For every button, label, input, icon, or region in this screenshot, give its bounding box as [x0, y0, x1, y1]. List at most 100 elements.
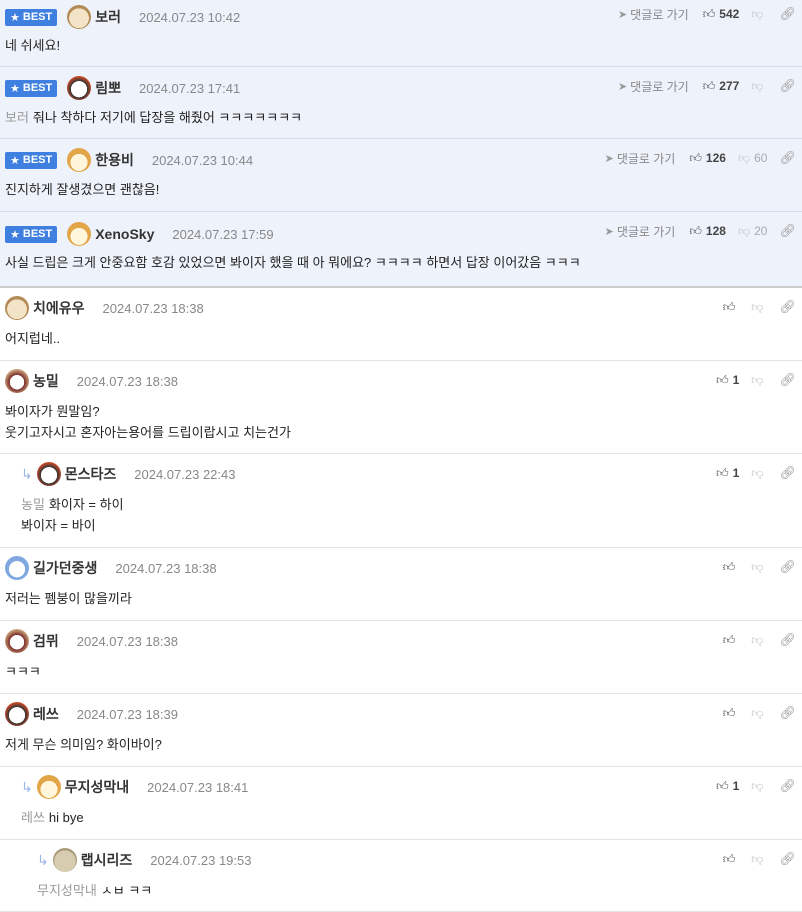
link-icon[interactable]: 🔗︎ [779, 778, 796, 794]
avatar[interactable] [5, 702, 29, 726]
go-to-comment-link[interactable]: ➤ 댓글로 가기 [605, 223, 676, 240]
thumbs-down-icon[interactable]: 👎︎ [751, 373, 763, 388]
nickname[interactable]: 길가던중생 [33, 558, 97, 578]
thumbs-down-icon[interactable]: 👎︎ [751, 466, 763, 481]
comment: 검뮈 2024.07.23 18:38 👍︎ 👎︎ 🔗︎ ㅋㅋㅋ [0, 621, 802, 694]
thumbs-down-icon[interactable]: 👎︎ [751, 633, 763, 648]
thumbs-up-icon[interactable]: 👍︎ [703, 79, 716, 94]
timestamp: 2024.07.23 22:43 [134, 466, 236, 482]
go-to-comment-link[interactable]: ➤ 댓글로 가기 [605, 150, 676, 167]
nickname[interactable]: 검뮈 [33, 631, 59, 651]
avatar[interactable] [67, 148, 92, 172]
upvote-count: 1 [732, 373, 740, 387]
timestamp: 2024.07.23 19:53 [150, 852, 252, 868]
thumbs-up-icon[interactable]: 👍︎ [703, 7, 716, 22]
best-badge: ★ BEST [5, 151, 58, 169]
send-icon: ➤ [617, 80, 628, 93]
link-icon[interactable]: 🔗︎ [779, 150, 796, 166]
best-comment: ★ BEST 한용비 2024.07.23 10:44 ➤ 댓글로 가기 👍︎ 126… [0, 139, 802, 212]
thumbs-up-icon[interactable]: 👍︎ [723, 852, 736, 867]
comment-text: 무지성막내 ㅅㅂ ㅋㅋ [37, 883, 153, 898]
star-icon: ★ [10, 154, 20, 167]
avatar[interactable] [36, 462, 61, 486]
link-icon[interactable]: 🔗︎ [779, 6, 796, 22]
comment-text: ㅋㅋㅋ [5, 664, 41, 679]
avatar[interactable] [5, 369, 29, 393]
upvote-count: 1 [732, 466, 740, 480]
thumbs-up-icon[interactable]: 👍︎ [723, 560, 736, 575]
nickname[interactable]: 몬스타즈 [65, 464, 117, 484]
comment-text: 봐이자가 뭔말임? 웃기고자시고 혼자아는용어를 드립이랍시고 치는건가 [5, 401, 291, 443]
comment-line: 봐이자 = 바이 [21, 518, 96, 533]
thumbs-up-icon[interactable]: 👍︎ [716, 373, 729, 388]
downvote-count: 20 [754, 224, 768, 238]
nickname[interactable]: 한용비 [95, 150, 134, 170]
reply-comment: ↳ 무지성막내 2024.07.23 18:41 👍︎ 1 👎︎ 🔗︎ 레쓰 hi … [0, 767, 802, 840]
best-badge: ★ BEST [5, 79, 58, 97]
avatar[interactable] [5, 556, 29, 580]
thumbs-down-icon[interactable]: 👎︎ [751, 706, 763, 721]
avatar[interactable] [5, 296, 29, 320]
comment-text: 사실 드립은 크게 안중요함 호감 있었으면 봐이자 했을 때 아 뭐에요? ㅋ… [5, 255, 581, 270]
thumbs-down-icon[interactable]: 👎︎ [751, 852, 763, 867]
avatar[interactable] [67, 76, 92, 100]
go-to-comment-link[interactable]: ➤ 댓글로 가기 [618, 6, 689, 23]
comment-line: 웃기고자시고 혼자아는용어를 드립이랍시고 치는건가 [5, 425, 291, 440]
timestamp: 2024.07.23 17:59 [172, 226, 274, 242]
best-badge: ★ BEST [5, 225, 58, 243]
avatar[interactable] [67, 222, 92, 246]
send-icon: ➤ [604, 152, 614, 165]
thumbs-up-icon[interactable]: 👍︎ [723, 633, 736, 648]
comment-text: 레쓰 hi bye [21, 810, 84, 825]
avatar[interactable] [52, 848, 77, 872]
comment: 길가던중생 2024.07.23 18:38 👍︎ 👎︎ 🔗︎ 저러는 펨붕이 … [0, 548, 802, 621]
nickname[interactable]: 무지성막내 [65, 777, 129, 797]
thumbs-down-icon[interactable]: 👎︎ [738, 224, 750, 239]
send-icon: ➤ [617, 8, 628, 21]
thumbs-down-icon[interactable]: 👎︎ [751, 779, 763, 794]
comment-line: 봐이자가 뭔말임? [5, 404, 100, 419]
link-icon[interactable]: 🔗︎ [779, 372, 796, 388]
thumbs-down-icon[interactable]: 👎︎ [751, 560, 763, 575]
nickname[interactable]: 레쓰 [33, 704, 59, 724]
link-icon[interactable]: 🔗︎ [779, 223, 796, 239]
link-icon[interactable]: 🔗︎ [779, 705, 796, 721]
mention[interactable]: 레쓰 [21, 810, 45, 825]
thumbs-up-icon[interactable]: 👍︎ [723, 300, 736, 315]
thumbs-up-icon[interactable]: 👍︎ [716, 779, 729, 794]
thumbs-down-icon[interactable]: 👎︎ [751, 79, 763, 94]
nickname[interactable]: XenoSky [95, 226, 154, 242]
avatar[interactable] [67, 5, 92, 29]
avatar[interactable] [5, 629, 29, 653]
thumbs-down-icon[interactable]: 👎︎ [738, 151, 750, 166]
nickname[interactable]: 림뽀 [95, 78, 121, 98]
go-to-comment-link[interactable]: ➤ 댓글로 가기 [618, 78, 689, 95]
avatar[interactable] [36, 775, 61, 799]
mention[interactable]: 무지성막내 [37, 883, 97, 898]
thumbs-down-icon[interactable]: 👎︎ [751, 300, 763, 315]
thumbs-down-icon[interactable]: 👎︎ [751, 7, 763, 22]
comment: 치에유우 2024.07.23 18:38 👍︎ 👎︎ 🔗︎ 어지럽네.. [0, 288, 802, 361]
mention[interactable]: 농밀 [21, 497, 45, 512]
thumbs-up-icon[interactable]: 👍︎ [716, 466, 729, 481]
upvote-count: 277 [719, 79, 740, 93]
nickname[interactable]: 치에유우 [33, 298, 85, 318]
link-icon[interactable]: 🔗︎ [779, 465, 796, 481]
star-icon: ★ [10, 228, 20, 241]
reply-arrow-icon: ↳ [21, 465, 33, 482]
link-icon[interactable]: 🔗︎ [779, 851, 796, 867]
star-icon: ★ [10, 11, 20, 24]
link-icon[interactable]: 🔗︎ [779, 78, 796, 94]
link-icon[interactable]: 🔗︎ [779, 632, 796, 648]
nickname[interactable]: 보러 [95, 7, 121, 27]
nickname[interactable]: 농밀 [33, 371, 59, 391]
nickname[interactable]: 랩시리즈 [81, 850, 133, 870]
thumbs-up-icon[interactable]: 👍︎ [689, 151, 702, 166]
timestamp: 2024.07.23 18:38 [115, 560, 217, 576]
link-icon[interactable]: 🔗︎ [779, 299, 796, 315]
link-icon[interactable]: 🔗︎ [779, 559, 796, 575]
mention[interactable]: 보러 [5, 110, 29, 125]
comment-text: 농밀 화이자 = 하이 봐이자 = 바이 [21, 494, 124, 536]
thumbs-up-icon[interactable]: 👍︎ [689, 224, 702, 239]
thumbs-up-icon[interactable]: 👍︎ [723, 706, 736, 721]
